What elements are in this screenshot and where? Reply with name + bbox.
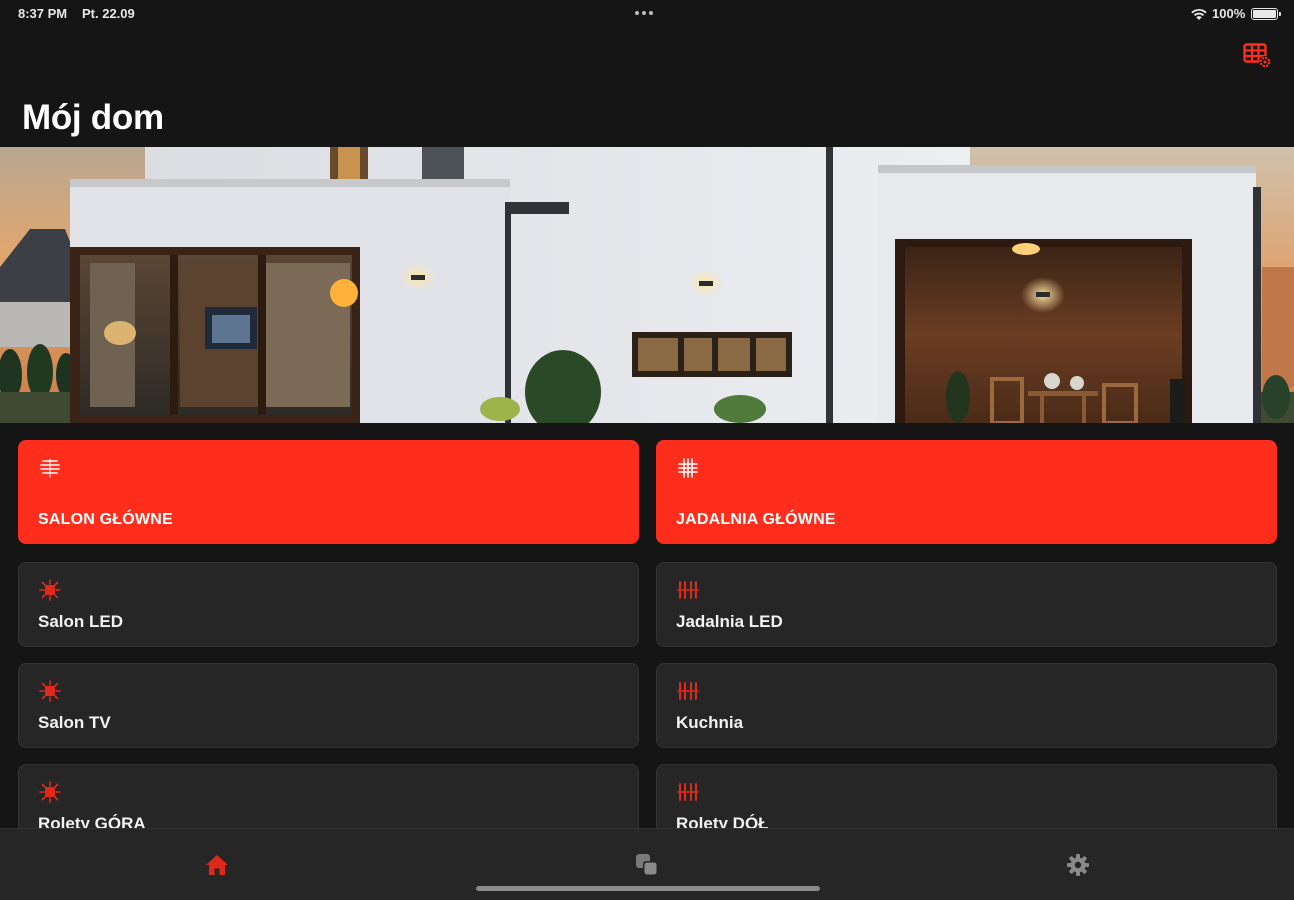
- tile-label: Salon LED: [38, 612, 124, 631]
- led-strip-icon: [677, 783, 699, 801]
- tile-salon-tv[interactable]: Salon TV: [18, 663, 639, 748]
- led-sun-icon: [39, 579, 61, 601]
- house-photo: [0, 147, 1294, 423]
- tile-salon-glowne[interactable]: SALON GŁÓWNE: [18, 440, 639, 544]
- page-title: Mój dom: [22, 98, 164, 137]
- tile-jadalnia-led[interactable]: Jadalnia LED: [656, 562, 1277, 647]
- led-strip-icon: [677, 682, 699, 700]
- tile-rolety-gora[interactable]: Rolety GÓRA: [18, 764, 639, 828]
- home-indicator[interactable]: [476, 886, 820, 891]
- led-strip-icon: [677, 581, 699, 599]
- grid-light-icon: [678, 458, 698, 478]
- gear-icon: [1067, 854, 1089, 876]
- tile-label: SALON GŁÓWNE: [38, 511, 173, 528]
- tile-salon-led[interactable]: Salon LED: [18, 562, 639, 647]
- tab-home[interactable]: [195, 847, 239, 883]
- status-date: Pt. 22.09: [82, 6, 135, 21]
- tile-label: Rolety DÓŁ: [676, 814, 769, 828]
- tile-kuchnia[interactable]: Kuchnia: [656, 663, 1277, 748]
- grid-settings-button[interactable]: [1243, 42, 1273, 70]
- status-time: 8:37 PM: [18, 6, 68, 21]
- blinds-icon: [40, 458, 60, 478]
- tab-scenes[interactable]: [625, 847, 669, 883]
- scenes-icon: [636, 854, 658, 876]
- tile-label: Rolety GÓRA: [38, 814, 146, 828]
- tab-settings[interactable]: [1056, 847, 1100, 883]
- app-screen: 8:37 PM Pt. 22.09 100% Mój dom SALON GŁÓ…: [0, 0, 1294, 900]
- device-tiles: SALON GŁÓWNE JADALNIA GŁÓWNE Salon LED J…: [0, 423, 1294, 828]
- wifi-icon: [1191, 8, 1207, 20]
- multitasking-dots-icon[interactable]: [635, 11, 653, 15]
- tile-label: Salon TV: [38, 713, 111, 732]
- grid-settings-icon: [1243, 43, 1271, 68]
- led-sun-icon: [39, 781, 61, 803]
- battery-percentage: 100%: [1212, 6, 1246, 21]
- tile-rolety-dol[interactable]: Rolety DÓŁ: [656, 764, 1277, 828]
- status-bar: 8:37 PM Pt. 22.09 100%: [0, 0, 1294, 28]
- tile-label: JADALNIA GŁÓWNE: [676, 511, 836, 528]
- battery-icon: [1251, 8, 1281, 20]
- tile-label: Kuchnia: [676, 713, 744, 732]
- tile-label: Jadalnia LED: [676, 612, 783, 631]
- tile-jadalnia-glowne[interactable]: JADALNIA GŁÓWNE: [656, 440, 1277, 544]
- led-sun-icon: [39, 680, 61, 702]
- home-icon: [206, 855, 228, 875]
